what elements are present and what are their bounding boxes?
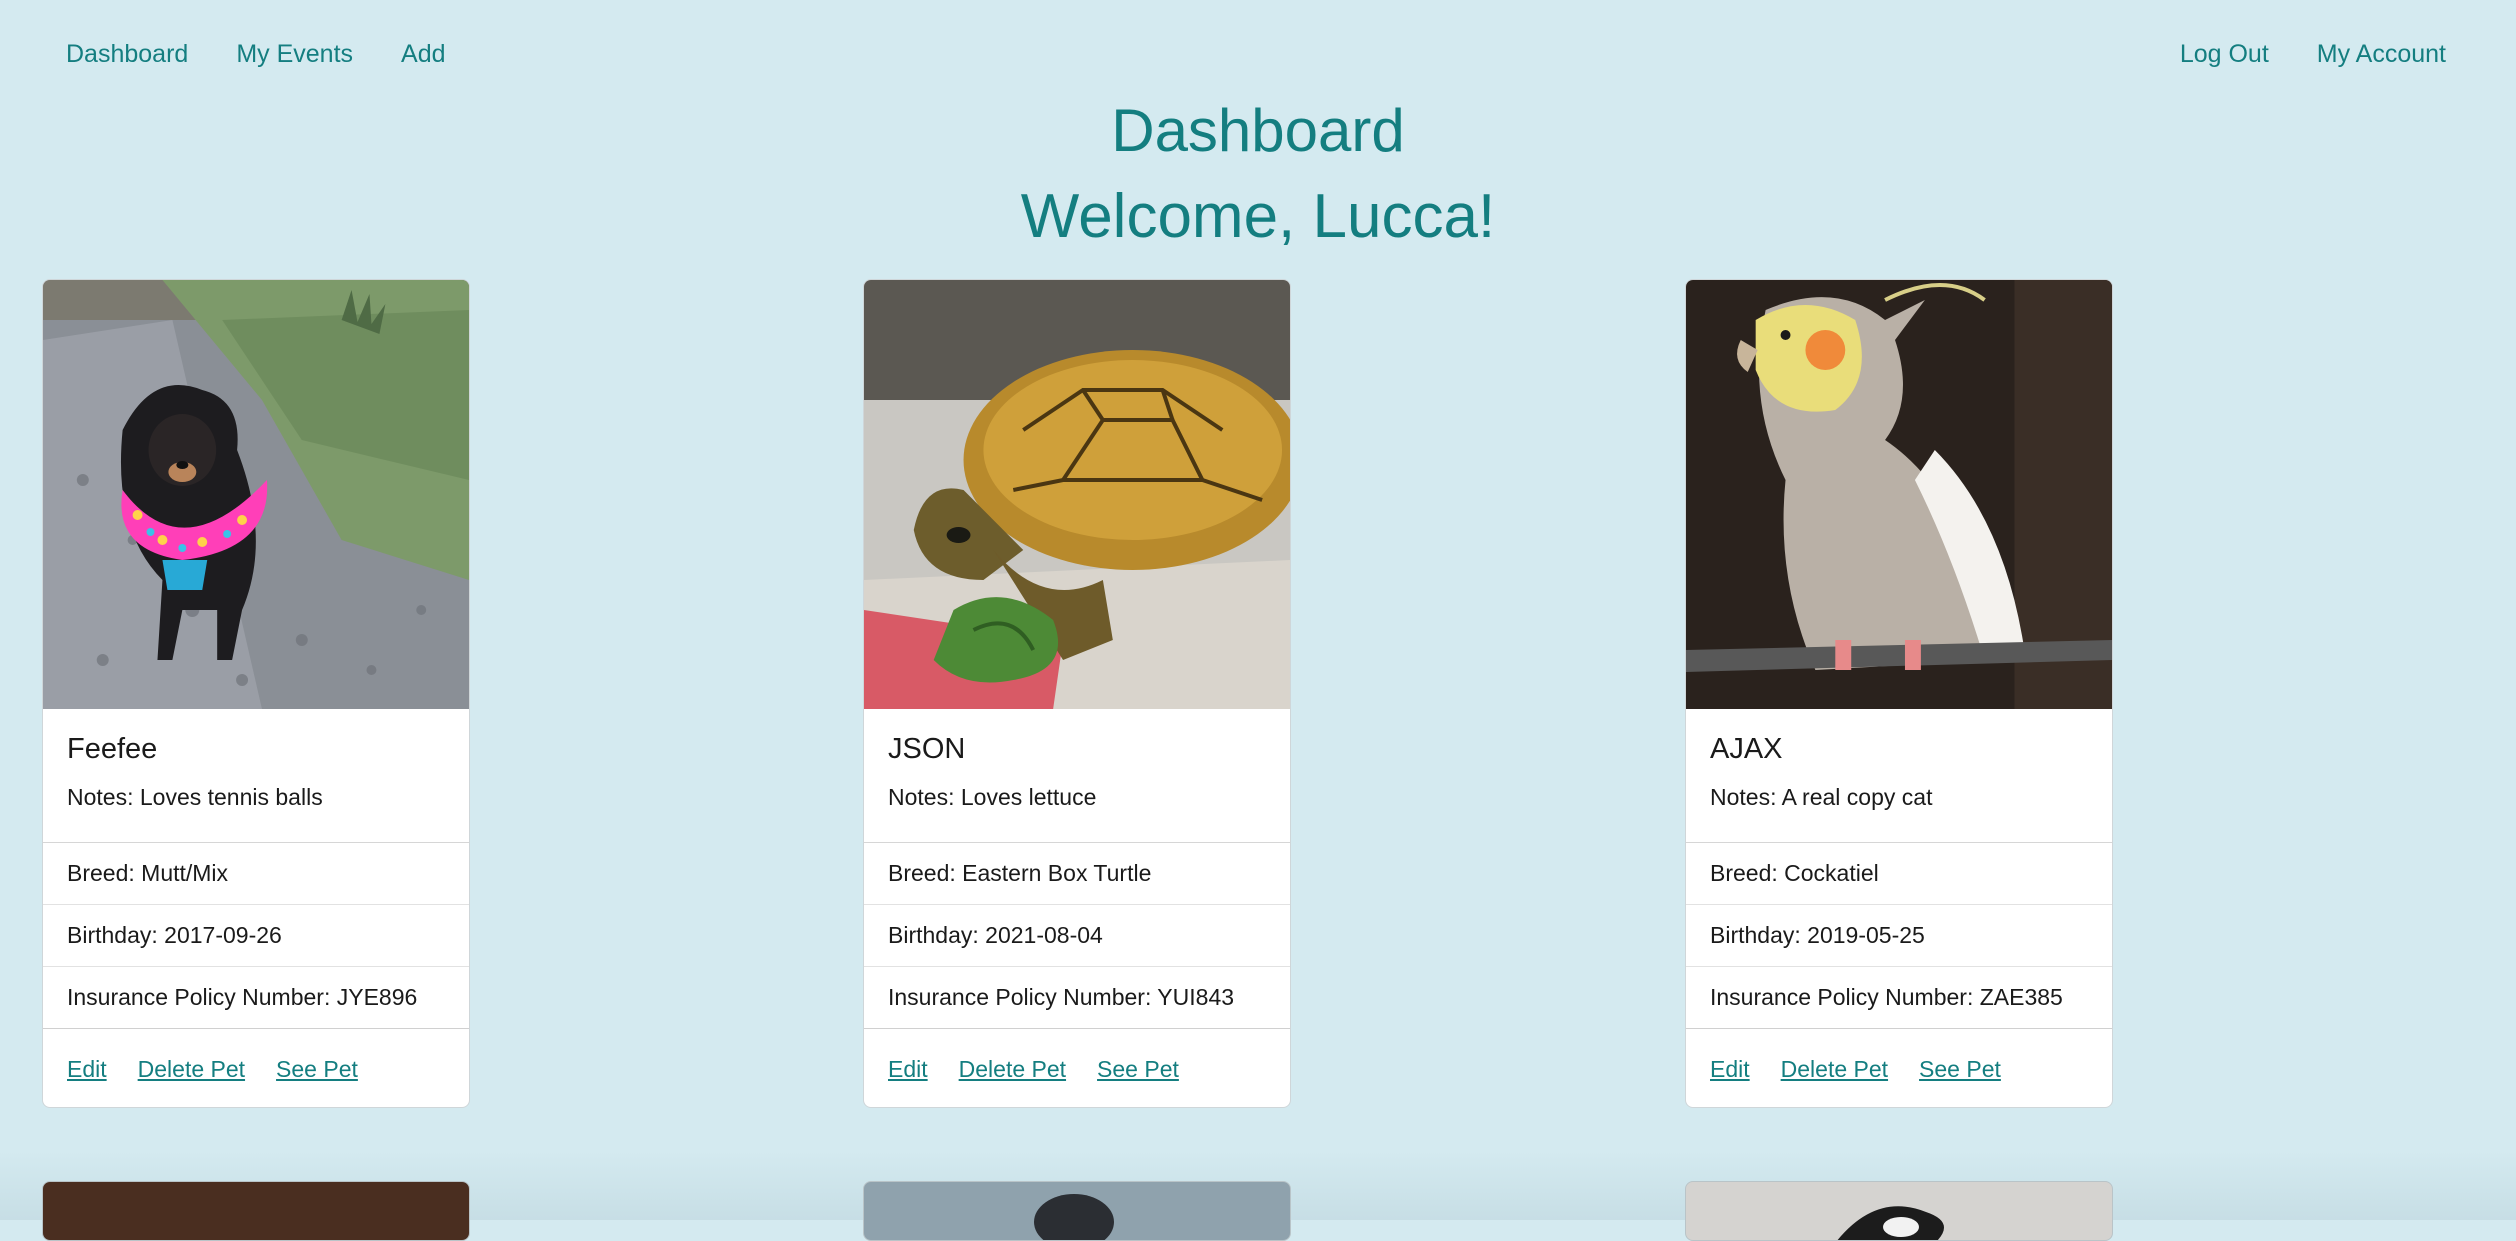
edit-link[interactable]: Edit	[67, 1056, 107, 1083]
turtle-photo	[864, 280, 1290, 709]
edit-link[interactable]: Edit	[1710, 1056, 1750, 1083]
nav-my-events[interactable]: My Events	[236, 40, 353, 69]
see-pet-link[interactable]: See Pet	[1097, 1056, 1179, 1083]
pet-card-peek[interactable]	[1685, 1181, 2113, 1241]
nav-log-out[interactable]: Log Out	[2180, 40, 2269, 69]
dog-photo	[43, 280, 469, 709]
pet-photo-peek	[1034, 1194, 1114, 1240]
delete-pet-link[interactable]: Delete Pet	[1781, 1056, 1888, 1083]
edit-link[interactable]: Edit	[888, 1056, 928, 1083]
card-actions: Edit Delete Pet See Pet	[1686, 1029, 2112, 1083]
see-pet-link[interactable]: See Pet	[1919, 1056, 2001, 1083]
welcome-message: Welcome, Lucca!	[1020, 182, 1496, 251]
pet-breed: Breed: Mutt/Mix	[43, 843, 469, 905]
pet-notes: Notes: Loves lettuce	[888, 784, 1097, 810]
see-pet-link[interactable]: See Pet	[276, 1056, 358, 1083]
pet-birthday: Birthday: 2017-09-26	[43, 905, 469, 967]
pet-birthday: Birthday: 2021-08-04	[864, 905, 1290, 967]
pet-card-peek[interactable]	[863, 1181, 1291, 1241]
pet-breed: Breed: Cockatiel	[1686, 843, 2112, 905]
page-title: Dashboard	[1111, 97, 1405, 164]
pet-name: Feefee	[67, 733, 158, 765]
pet-card: JSON Notes: Loves lettuce Breed: Eastern…	[863, 279, 1291, 1108]
account-nav: Log Out My Account	[2180, 40, 2446, 69]
nav-my-account[interactable]: My Account	[2317, 40, 2446, 69]
pet-birthday: Birthday: 2019-05-25	[1686, 905, 2112, 967]
pet-card-peek[interactable]	[42, 1181, 470, 1241]
pet-notes: Notes: A real copy cat	[1710, 784, 1933, 810]
pet-notes: Notes: Loves tennis balls	[67, 784, 323, 810]
card-actions: Edit Delete Pet See Pet	[864, 1029, 1290, 1083]
delete-pet-link[interactable]: Delete Pet	[959, 1056, 1066, 1083]
pet-photo-peek	[1837, 1206, 1944, 1240]
pet-breed: Breed: Eastern Box Turtle	[864, 843, 1290, 905]
pet-insurance: Insurance Policy Number: ZAE385	[1686, 967, 2112, 1029]
pet-name: AJAX	[1710, 733, 1783, 765]
pet-card: AJAX Notes: A real copy cat Breed: Cocka…	[1685, 279, 2113, 1108]
pet-insurance: Insurance Policy Number: YUI843	[864, 967, 1290, 1029]
pet-insurance: Insurance Policy Number: JYE896	[43, 967, 469, 1029]
card-actions: Edit Delete Pet See Pet	[43, 1029, 469, 1083]
pet-card: Feefee Notes: Loves tennis balls Breed: …	[42, 279, 470, 1108]
nav-add[interactable]: Add	[401, 40, 445, 69]
pet-name: JSON	[888, 733, 966, 765]
cockatiel-photo	[1686, 280, 2112, 709]
nav-dashboard[interactable]: Dashboard	[66, 40, 188, 69]
main-nav: Dashboard My Events Add	[66, 40, 446, 69]
delete-pet-link[interactable]: Delete Pet	[138, 1056, 245, 1083]
